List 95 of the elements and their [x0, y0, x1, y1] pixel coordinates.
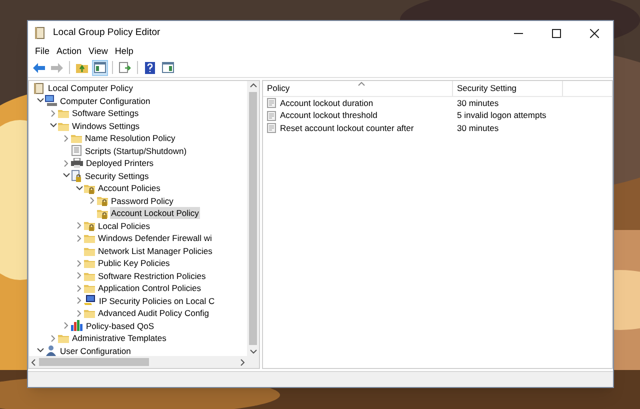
expand-chevron-icon[interactable]: [76, 234, 82, 242]
tree-item[interactable]: Security Settings: [84, 170, 150, 182]
computer-icon: [45, 95, 57, 106]
tree-item[interactable]: Advanced Audit Policy Config: [97, 307, 210, 320]
export-list-icon: [119, 62, 131, 73]
tree-item[interactable]: Deployed Printers: [85, 157, 155, 170]
tree-item[interactable]: Local Computer Policy: [47, 82, 134, 94]
menu-item[interactable]: File: [32, 44, 53, 58]
locked-folder-icon: [84, 182, 95, 194]
collapse-chevron-icon[interactable]: [62, 173, 70, 178]
expand-chevron-icon[interactable]: [76, 310, 82, 317]
monitor-key-icon: [84, 295, 96, 306]
tree-item[interactable]: Policy-based QoS: [85, 320, 156, 332]
collapse-chevron-icon[interactable]: [36, 98, 44, 104]
locked-folder-icon: [84, 220, 95, 232]
locked-folder-icon: [97, 208, 108, 219]
pane-icon: [162, 62, 174, 73]
table-cell: Reset account lockout counter after: [280, 122, 414, 135]
policy-icon: [267, 110, 277, 121]
menu-item[interactable]: Action: [54, 44, 85, 58]
tree-item[interactable]: Password Policy: [110, 194, 174, 207]
expand-chevron-icon[interactable]: [76, 260, 82, 267]
bar-chart-icon: [71, 320, 83, 332]
close-icon: [590, 28, 598, 38]
collapse-chevron-icon[interactable]: [50, 123, 56, 128]
tree-item[interactable]: Local Policies: [97, 220, 151, 232]
tree-item[interactable]: Name Resolution Policy: [84, 132, 176, 144]
policy-scroll-icon: [33, 82, 44, 94]
expand-chevron-icon[interactable]: [76, 222, 82, 230]
tree-item[interactable]: Windows Settings: [71, 120, 141, 132]
menu-item[interactable]: View: [86, 44, 111, 58]
tree-item[interactable]: Software Settings: [71, 107, 140, 120]
sort-caret-icon: [358, 82, 365, 86]
pane-icon: [94, 62, 106, 73]
tree-item[interactable]: Application Control Policies: [97, 282, 202, 294]
menu-item[interactable]: Help: [112, 44, 136, 58]
help-icon: [145, 62, 155, 74]
folder-icon: [84, 233, 95, 244]
table-cell: Account lockout threshold: [280, 109, 378, 122]
forward-arrow-icon: [51, 62, 63, 72]
tree-item[interactable]: IP Security Policies on Local C: [98, 294, 216, 307]
locked-folder-icon: [97, 195, 108, 206]
column-header[interactable]: Security Setting: [453, 81, 563, 96]
tree-item[interactable]: Scripts (Startup/Shutdown): [84, 144, 188, 157]
expand-chevron-icon[interactable]: [76, 297, 82, 304]
toolbar-button[interactable]: [92, 60, 108, 76]
expand-chevron-icon[interactable]: [64, 160, 68, 167]
tree-item[interactable]: Windows Defender Firewall wi: [97, 232, 213, 244]
tree-item[interactable]: User Configuration: [59, 344, 132, 356]
folder-icon: [84, 283, 95, 294]
vertical-scrollbar[interactable]: [247, 81, 259, 356]
tree-item[interactable]: Computer Configuration: [59, 94, 152, 107]
document-icon: [71, 145, 82, 156]
folder-icon: [58, 333, 69, 344]
locked-document-icon: [71, 170, 82, 182]
folder-icon: [71, 133, 82, 144]
folder-icon: [84, 258, 95, 268]
expand-chevron-icon[interactable]: [76, 284, 82, 292]
tree-item[interactable]: Account Policies: [97, 182, 162, 194]
folder-icon: [84, 246, 95, 256]
folder-icon: [58, 120, 69, 131]
tree-item[interactable]: Software Restriction Policies: [97, 270, 207, 282]
expand-chevron-icon[interactable]: [90, 197, 94, 204]
toolbar-button[interactable]: [160, 60, 176, 76]
collapse-chevron-icon[interactable]: [36, 348, 44, 354]
expand-chevron-icon[interactable]: [50, 110, 56, 117]
tree-item[interactable]: Administrative Templates: [71, 332, 168, 344]
policy-icon: [267, 123, 277, 134]
table-cell: Account lockout duration: [280, 96, 374, 110]
table-cell-text: 30 minutes: [456, 96, 499, 110]
window-title: Local Group Policy Editor: [53, 26, 160, 40]
folder-icon: [84, 308, 95, 318]
minimize-icon: [514, 32, 522, 34]
expand-chevron-icon[interactable]: [50, 334, 56, 342]
expand-chevron-icon[interactable]: [64, 322, 68, 330]
tree-item[interactable]: Public Key Policies: [97, 257, 171, 270]
folder-up-icon: [76, 62, 88, 73]
app-icon: [34, 27, 45, 39]
collapse-chevron-icon[interactable]: [76, 186, 82, 191]
horizontal-scrollbar[interactable]: [29, 356, 259, 368]
table-cell-text: 5 invalid logon attempts: [456, 109, 546, 122]
user-icon: [45, 345, 57, 356]
maximize-icon: [552, 28, 560, 38]
toolbar-button[interactable]: [142, 60, 158, 76]
folder-icon: [58, 108, 69, 118]
expand-chevron-icon[interactable]: [64, 134, 68, 142]
tree-item[interactable]: Network List Manager Policies: [97, 244, 214, 257]
column-header[interactable]: Policy: [263, 81, 453, 96]
expand-chevron-icon[interactable]: [76, 272, 82, 280]
tree-item[interactable]: Account Lockout Policy: [110, 207, 200, 220]
table-cell-text: 30 minutes: [456, 122, 499, 135]
toolbar-button[interactable]: [117, 60, 133, 76]
printer-icon: [71, 158, 83, 168]
folder-icon: [84, 270, 95, 281]
back-arrow-icon: [33, 62, 45, 72]
